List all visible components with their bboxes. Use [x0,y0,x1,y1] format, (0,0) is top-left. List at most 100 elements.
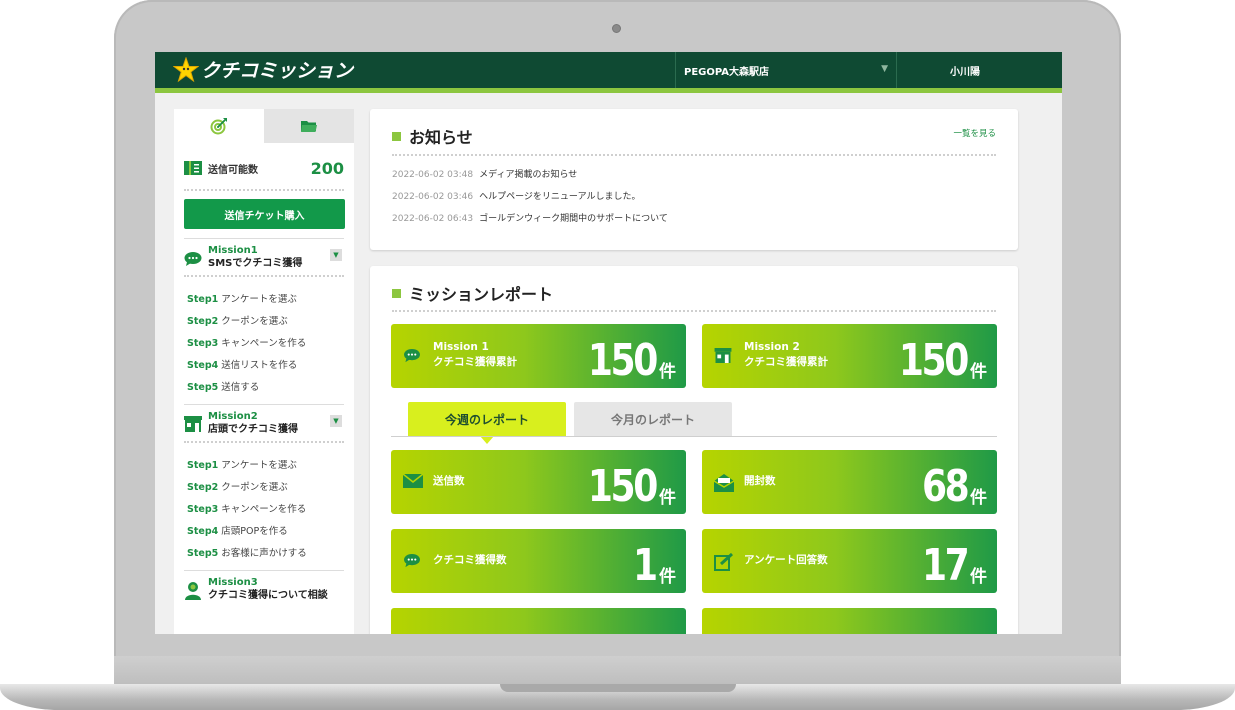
camera [612,24,621,33]
ticket-count-row: 送信可能数 200 [184,155,344,181]
laptop-bezel-bottom [114,656,1121,686]
mission1-title: Mission1 [208,245,258,256]
mission1-step3[interactable]: Step3 キャンペーンを作る [187,335,306,349]
mission2-total-value: 150 [899,335,969,386]
mission3-title: Mission3 [208,577,258,588]
mission1-header[interactable]: Mission1 SMSでクチコミ獲得 ▼ [184,245,344,270]
user-menu[interactable]: 小川陽 [935,52,995,88]
mission2-title: Mission2 [208,411,258,422]
mission2-step3[interactable]: Step3 キャンペーンを作る [187,501,306,515]
report-heading: ミッションレポート [392,281,553,305]
mission1-subtitle: SMSでクチコミ獲得 [208,258,303,269]
tab-folder[interactable] [264,109,354,143]
tab-monthly-report[interactable]: 今月のレポート [574,402,732,436]
stat-survey: アンケート回答数 17 件 [702,529,997,593]
report-title: ミッションレポート [409,285,554,304]
sidebar-tabs [174,109,354,143]
chat-bubble-icon [404,348,420,363]
stat-sent-unit: 件 [659,488,676,508]
dotted-divider [184,189,344,191]
mission2-step1[interactable]: Step1 アンケートを選ぶ [187,457,297,471]
header-accent-line [155,88,1062,93]
stat-survey-value: 17 [921,540,970,591]
heading-square-icon [392,131,401,141]
logo-text: クチコミッション [201,60,354,82]
stat-reviews: クチコミ獲得数 1 件 [391,529,686,593]
stat-sent: 送信数 150 件 [391,450,686,514]
folder-icon [301,121,317,132]
stat-opened-unit: 件 [970,488,987,508]
news-title: お知らせ [409,128,473,147]
open-mail-icon [714,474,734,492]
stat-card-partial [702,608,997,634]
dotted-divider [392,310,996,312]
news-item[interactable]: 2022-06-02 06:43 ゴールデンウィーク期間中のサポートについて [392,211,668,224]
divider [184,238,344,239]
mission1-toggle-icon[interactable]: ▼ [330,249,342,261]
news-card: お知らせ 一覧を見る 2022-06-02 03:48 メディア掲載のお知らせ 2… [370,109,1018,250]
person-icon [185,582,201,600]
tab-missions[interactable] [174,109,264,143]
mission2-total-mission: Mission 2 [744,341,800,353]
chat-bubble-icon [184,252,202,266]
ticket-count: 200 [310,158,344,178]
stat-opened-value: 68 [921,461,970,512]
buy-ticket-button[interactable]: 送信チケット購入 [184,199,345,229]
mission1-step2[interactable]: Step2 クーポンを選ぶ [187,313,288,327]
stat-reviews-label: クチコミ獲得数 [433,554,507,566]
stat-survey-unit: 件 [970,567,987,587]
edit-icon [714,553,734,571]
mission1-total-card: Mission 1 クチコミ獲得累計 150 件 [391,324,686,388]
news-more-link[interactable]: 一覧を見る [953,127,996,139]
heading-square-icon [392,288,401,298]
divider [184,404,344,405]
mission2-step2[interactable]: Step2 クーポンを選ぶ [187,479,288,493]
app-logo[interactable]: クチコミッション [173,56,353,83]
mission1-step5[interactable]: Step5 送信する [187,379,259,393]
stat-opened-label: 開封数 [744,475,776,487]
store-name: PEGOPA大森駅店 [684,66,770,78]
stat-survey-label: アンケート回答数 [744,554,828,566]
stat-card-partial [391,608,686,634]
mail-icon [403,474,423,488]
target-icon [210,118,227,135]
news-item[interactable]: 2022-06-02 03:48 メディア掲載のお知らせ [392,167,577,180]
tab-weekly-report[interactable]: 今週のレポート [408,402,566,436]
mission2-subtitle: 店頭でクチコミ獲得 [208,424,298,435]
mission2-header[interactable]: Mission2 店頭でクチコミ獲得 ▼ [184,411,344,436]
sidebar: 送信可能数 200 送信チケット購入 Mission1 SMSでクチコミ獲得 ▼… [174,109,354,634]
stat-sent-value: 150 [588,461,658,512]
mission1-total-value: 150 [588,335,658,386]
news-item[interactable]: 2022-06-02 03:46 ヘルプページをリニューアルしました。 [392,189,640,202]
mission1-total-mission: Mission 1 [433,341,489,353]
mission2-total-card: Mission 2 クチコミ獲得累計 150 件 [702,324,997,388]
mission3-subtitle: クチコミ獲得について相談 [208,590,328,601]
mission1-step1[interactable]: Step1 アンケートを選ぶ [187,291,297,305]
stat-opened: 開封数 68 件 [702,450,997,514]
mission1-total-label: クチコミ獲得累計 [433,356,517,368]
mission2-step4[interactable]: Step4 店頭POPを作る [187,523,288,537]
mission2-total-label: クチコミ獲得累計 [744,356,828,368]
stat-reviews-unit: 件 [659,567,676,587]
app-screen: クチコミッション PEGOPA大森駅店 ▼ 小川陽 送信可能数 200 送信チケ… [155,52,1062,634]
mission2-toggle-icon[interactable]: ▼ [330,415,342,427]
dotted-divider [392,154,996,156]
divider [184,570,344,571]
chevron-down-icon: ▼ [881,64,888,74]
mission2-total-unit: 件 [970,362,987,382]
mission2-step5[interactable]: Step5 お客様に声かけする [187,545,307,559]
mission-report-card: ミッションレポート Mission 1 クチコミ獲得累計 150 件 Missi… [370,266,1018,634]
mission1-step4[interactable]: Step4 送信リストを作る [187,357,297,371]
active-tab-caret [480,436,494,444]
mission3-header[interactable]: Mission3 クチコミ獲得について相談 [184,577,344,602]
tab-underline [391,436,997,437]
chat-bubble-icon [404,553,420,568]
star-mascot-icon [173,56,199,82]
storefront-icon [184,416,202,432]
store-selector[interactable]: PEGOPA大森駅店 ▼ [675,52,897,88]
storefront-icon [714,348,732,363]
ticket-icon [184,161,202,175]
dotted-divider [184,275,344,277]
stat-reviews-value: 1 [633,540,658,591]
news-heading: お知らせ [392,124,473,148]
